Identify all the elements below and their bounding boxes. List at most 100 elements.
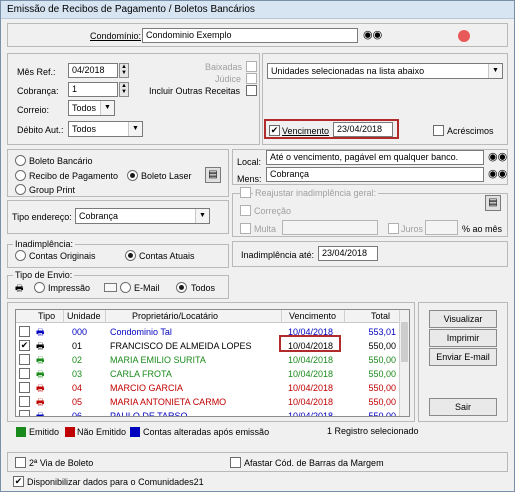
todos-label: Todos	[191, 283, 216, 293]
juros-label: Juros	[401, 224, 424, 234]
reajustar-checkbox[interactable]	[240, 187, 251, 198]
debito-label: Débito Aut.:	[17, 125, 64, 135]
baixadas-checkbox[interactable]	[246, 61, 257, 72]
juros-input[interactable]	[425, 220, 458, 235]
debito-value: Todos	[72, 124, 97, 134]
table-row[interactable]: 🖶 03 CARLA FROTA 10/04/2018 550,00	[16, 367, 400, 381]
row-unidade: 06	[72, 411, 83, 417]
cobranca-spinner[interactable]: ▲ ▼	[119, 82, 129, 97]
endereco-value: Cobrança	[79, 211, 119, 221]
mes-ref-label: Mês Ref.:	[17, 67, 56, 77]
table-row[interactable]: 🖶 000 Condominio Tal 10/04/2018 553,01	[16, 325, 400, 339]
printer-icon: 🖶	[36, 327, 45, 337]
acrescimos-label: Acréscimos	[447, 126, 494, 136]
disponibilizar-checkbox[interactable]: ✔	[13, 476, 24, 487]
table-row[interactable]: 🖶 04 MARCIO GARCIA 10/04/2018 550,00	[16, 381, 400, 395]
row-unidade: 000	[72, 327, 88, 337]
sair-button[interactable]: Sair	[429, 398, 497, 416]
printer-icon: 🖶	[36, 383, 45, 393]
email-radio[interactable]	[120, 282, 131, 293]
table-row[interactable]: 🖶 05 MARIA ANTONIETA CARMO 10/04/2018 550,00	[16, 395, 400, 409]
enviar-email-button[interactable]: Enviar E-mail	[429, 348, 497, 366]
col-total-header[interactable]: Total	[345, 310, 400, 323]
disponibilizar-label: Disponibilizar dados para o Comunidades2…	[27, 477, 204, 487]
play-icon[interactable]	[458, 30, 470, 42]
binoculars-icon[interactable]: ◉◉	[488, 150, 507, 165]
outras-receitas-checkbox[interactable]	[246, 85, 257, 96]
email-label: E-Mail	[134, 283, 160, 293]
mes-ref-spinner[interactable]: ▲ ▼	[119, 63, 129, 78]
visualizar-button[interactable]: Visualizar	[429, 310, 497, 328]
correio-label: Correio:	[17, 105, 50, 115]
endereco-label: Tipo endereço:	[12, 212, 72, 222]
table-row[interactable]: 🖶 06 PAULO DE TARSO 10/04/2018 550,00	[16, 409, 400, 417]
row-checkbox[interactable]	[19, 396, 30, 407]
table-row[interactable]: 🖶 02 MARIA EMILIO SURITA 10/04/2018 550,00	[16, 353, 400, 367]
mes-ref-input[interactable]: 04/2018	[68, 63, 118, 78]
row-total: 550,00	[368, 397, 396, 407]
chevron-down-icon: ▼	[488, 64, 502, 78]
correio-select[interactable]: Todos ▼	[68, 100, 115, 116]
row-vencimento: 10/04/2018	[288, 383, 334, 393]
row-unidade: 05	[72, 397, 83, 407]
row-nome: PAULO DE TARSO	[110, 411, 188, 417]
boleto-laser-label: Boleto Laser	[141, 171, 192, 181]
acrescimos-checkbox[interactable]	[433, 125, 444, 136]
multa-input[interactable]	[282, 220, 378, 235]
local-input[interactable]: Até o vencimento, pagável em qualquer ba…	[266, 150, 484, 165]
row-checkbox[interactable]	[19, 368, 30, 379]
inadimplencia-title: Inadimplência:	[13, 239, 76, 249]
row-checkbox[interactable]	[19, 382, 30, 393]
contas-originais-radio[interactable]	[15, 250, 26, 261]
todos-radio[interactable]	[176, 282, 187, 293]
juros-checkbox[interactable]	[388, 223, 399, 234]
boleto-laser-radio[interactable]	[127, 170, 138, 181]
row-checkbox[interactable]	[19, 326, 30, 337]
contas-atuais-label: Contas Atuais	[139, 251, 195, 261]
col-vencimento-header[interactable]: Vencimento	[282, 310, 345, 323]
multa-checkbox[interactable]	[240, 223, 251, 234]
row-checkbox[interactable]: ✔	[19, 340, 30, 351]
emitido-swatch	[16, 427, 26, 437]
boleto-bancario-radio[interactable]	[15, 155, 26, 166]
debito-select[interactable]: Todos ▼	[68, 121, 143, 137]
contas-atuais-radio[interactable]	[125, 250, 136, 261]
local-label: Local:	[237, 157, 262, 167]
window-title: Emissão de Recibos de Pagamento / Boleto…	[1, 1, 514, 19]
segunda-via-checkbox[interactable]	[15, 457, 26, 468]
row-total: 550,00	[368, 369, 396, 379]
printer-icon: 🖶	[15, 283, 24, 293]
col-tipo-header[interactable]: Tipo	[16, 310, 64, 323]
binoculars-icon[interactable]: ◉◉	[488, 167, 507, 182]
group-print-radio[interactable]	[15, 184, 26, 195]
settings-icon[interactable]: ▤	[205, 167, 221, 183]
imprimir-button[interactable]: Imprimir	[429, 329, 497, 347]
correcao-checkbox[interactable]	[240, 205, 251, 216]
afastar-checkbox[interactable]	[230, 457, 241, 468]
juros-unit-label: % ao mês	[462, 224, 503, 234]
impressao-radio[interactable]	[34, 282, 45, 293]
col-proprietario-header[interactable]: Proprietário/Locatário	[106, 310, 282, 323]
table-row[interactable]: ✔ 🖶 01 FRANCISCO DE ALMEIDA LOPES 10/04/2018…	[16, 339, 400, 353]
row-checkbox[interactable]	[19, 410, 30, 416]
row-nome: CARLA FROTA	[110, 369, 172, 379]
cobranca-input[interactable]: 1	[68, 82, 118, 97]
recibo-radio[interactable]	[15, 170, 26, 181]
scrollbar-thumb[interactable]	[401, 322, 408, 362]
mens-input[interactable]: Cobrança	[266, 167, 484, 182]
row-unidade: 04	[72, 383, 83, 393]
table-scrollbar[interactable]	[399, 310, 409, 416]
endereco-select[interactable]: Cobrança ▼	[75, 208, 210, 224]
row-unidade: 02	[72, 355, 83, 365]
col-unidade-header[interactable]: Unidade	[64, 310, 106, 323]
row-total: 550,00	[368, 341, 396, 351]
settings-icon[interactable]: ▤	[485, 195, 501, 211]
condominio-input[interactable]: Condominio Exemplo	[142, 28, 358, 43]
alteradas-label: Contas alteradas após emissão	[143, 427, 270, 437]
inadimplencia-ate-input[interactable]: 23/04/2018	[318, 246, 378, 261]
row-nome: MARCIO GARCIA	[110, 383, 184, 393]
binoculars-icon[interactable]: ◉◉	[363, 28, 382, 43]
row-checkbox[interactable]	[19, 354, 30, 365]
judice-checkbox[interactable]	[246, 73, 257, 84]
unidades-select[interactable]: Unidades selecionadas na lista abaixo ▼	[267, 63, 503, 79]
